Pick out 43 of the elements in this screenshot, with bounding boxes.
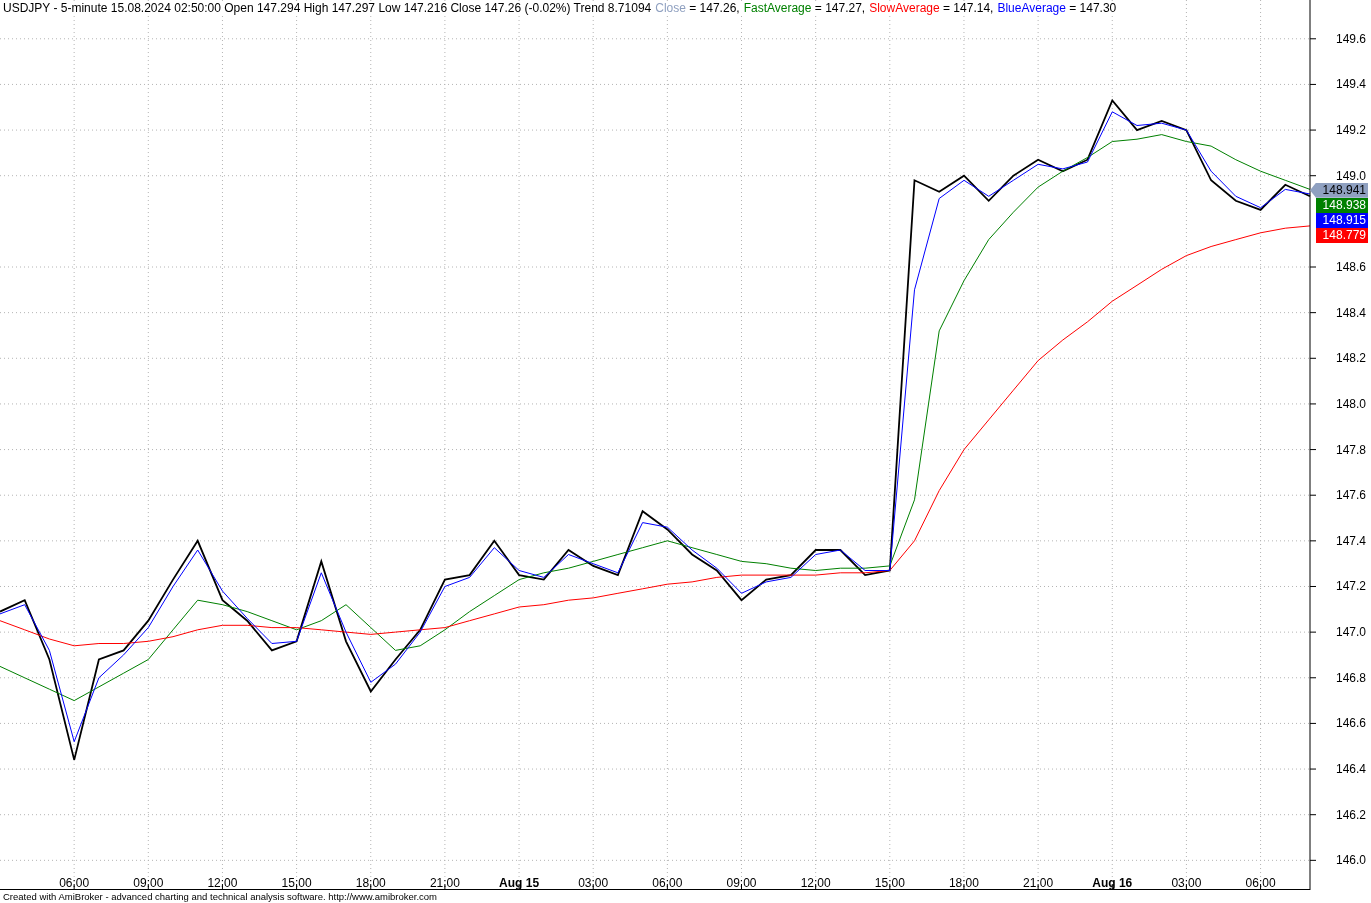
x-axis-label: 06:00: [1245, 876, 1276, 890]
y-axis-label: 147.2: [1335, 579, 1366, 594]
x-axis-label: 06:00: [59, 876, 90, 890]
y-axis-label: 148.6: [1335, 260, 1366, 274]
y-axis-label: 146.6: [1335, 716, 1366, 731]
legend-entry: BlueAverage = 147.30: [997, 1, 1117, 15]
x-axis-label: 18:00: [355, 876, 386, 890]
x-axis-label: 03:00: [1171, 876, 1202, 890]
y-axis-label: 147.4: [1335, 533, 1366, 548]
y-axis-label: 146.4: [1335, 762, 1366, 777]
x-axis-label: 18:00: [948, 876, 979, 890]
x-axis-label: 03:00: [578, 876, 609, 890]
x-axis-label: 12:00: [207, 876, 238, 890]
x-axis-label: Aug 15: [499, 876, 540, 890]
x-axis-label: 09:00: [726, 876, 757, 890]
y-axis-label: 146.2: [1335, 807, 1366, 822]
y-axis-label: 148.2: [1335, 351, 1366, 366]
y-axis-label: 149.2: [1335, 123, 1366, 138]
footer-credit: Created with AmiBroker - advanced charting and technical analysis software. http://www.amibroker.com: [3, 891, 438, 902]
y-axis-label: 149.0: [1335, 168, 1366, 183]
x-axis-label: 12:00: [800, 876, 831, 890]
y-axis-label: 146.8: [1335, 670, 1366, 685]
y-axis-label: 148.0: [1335, 396, 1366, 411]
legend-entry: SlowAverage = 147.14,: [869, 1, 994, 15]
y-axis-label: 147.8: [1335, 442, 1366, 457]
x-axis-label: 15:00: [874, 876, 905, 890]
y-axis-label: 147.6: [1335, 488, 1366, 503]
x-axis-label: 21:00: [1023, 876, 1054, 890]
x-axis-label: 21:00: [429, 876, 460, 890]
y-axis-label: 146.0: [1335, 853, 1366, 868]
price-tag: 148.941: [1310, 182, 1368, 198]
price-tag: 148.938: [1316, 197, 1368, 213]
y-axis-label: 149.6: [1335, 31, 1366, 46]
x-axis-label: 15:00: [281, 876, 312, 890]
quote-info: USDJPY - 5-minute 15.08.2024 02:50:00 Open 147.294 High 147.297 Low 147.216 Close 147.26 (-0.02%) Trend 8.71094: [3, 1, 652, 15]
x-axis-label: Aug 16: [1092, 876, 1133, 890]
legend-entry: FastAverage = 147.27,: [743, 1, 866, 15]
y-axis-label: 147.0: [1335, 625, 1366, 640]
x-axis-label: 06:00: [652, 876, 683, 890]
legend-entry: Close = 147.26,: [655, 1, 740, 15]
y-axis-label: 148.4: [1335, 305, 1366, 320]
y-axis-label: 149.4: [1335, 77, 1366, 92]
x-axis-label: 09:00: [133, 876, 164, 890]
